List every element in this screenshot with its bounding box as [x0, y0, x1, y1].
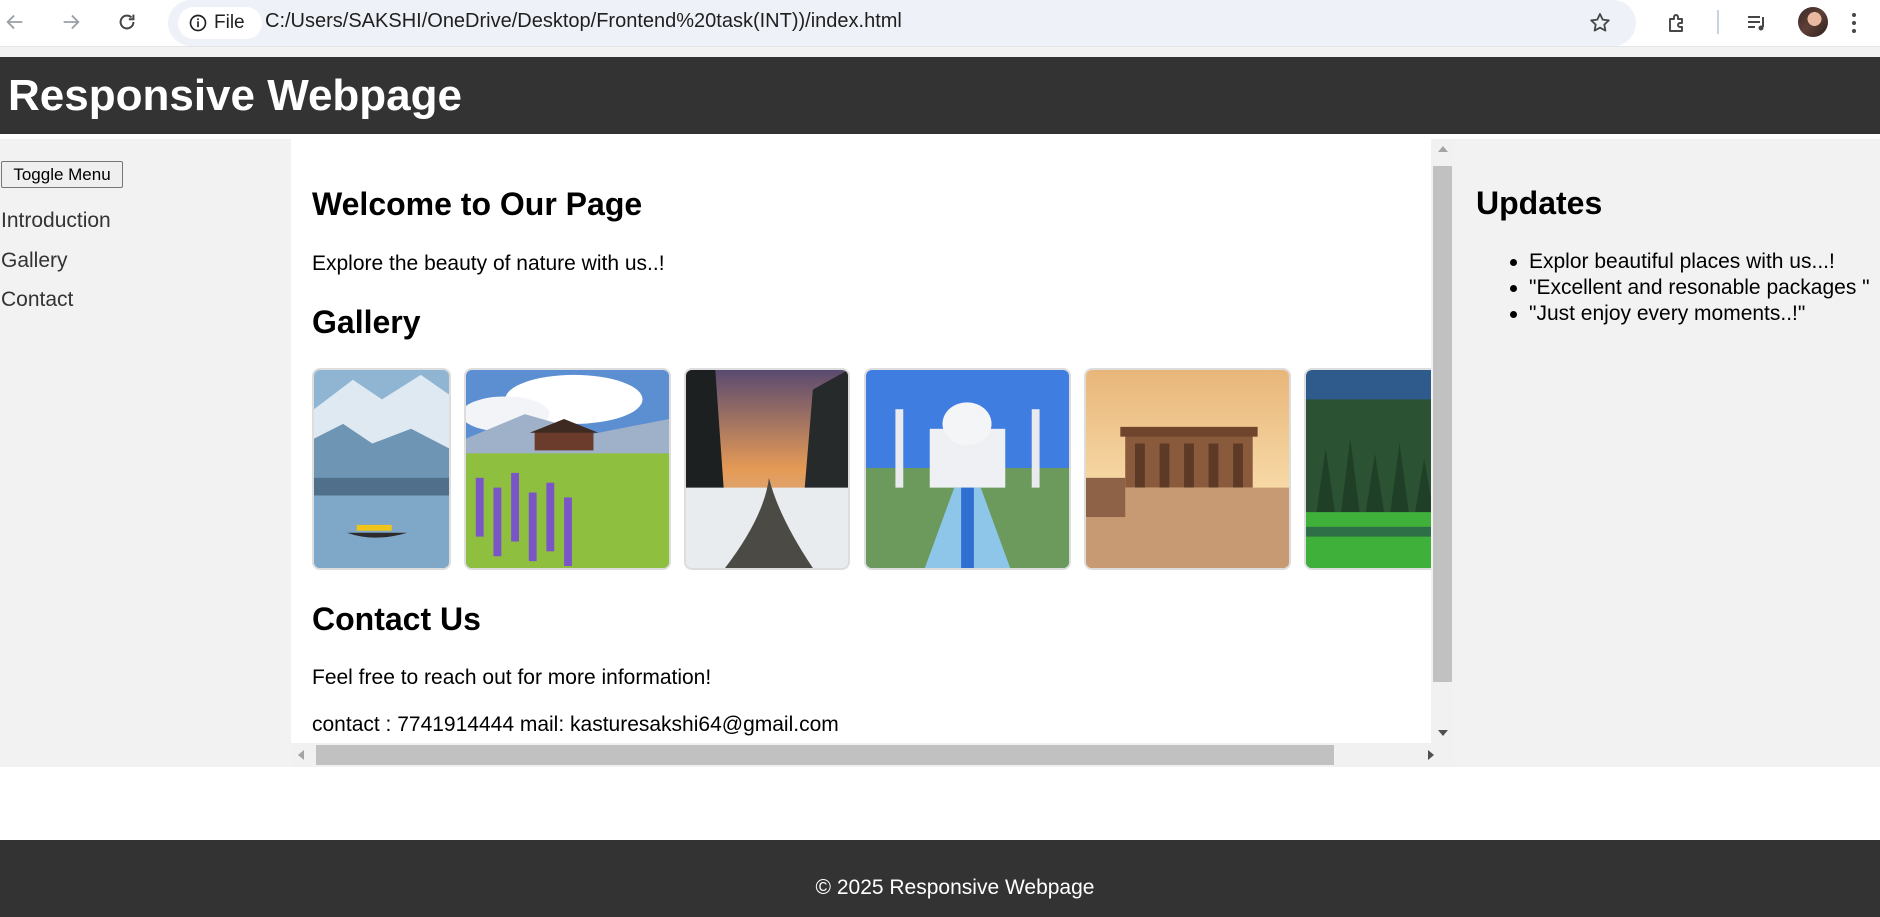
back-arrow-icon[interactable]: [1, 8, 29, 36]
info-icon: [189, 14, 207, 32]
site-header: Responsive Webpage: [0, 57, 1880, 134]
gallery-image-forest-valley[interactable]: [1304, 368, 1434, 570]
address-bar[interactable]: File C:/Users/SAKSHI/OneDrive/Desktop/Fr…: [168, 0, 1636, 46]
updates-heading: Updates: [1476, 185, 1603, 221]
reload-icon[interactable]: [113, 8, 141, 36]
contact-heading: Contact Us: [312, 601, 481, 637]
horizontal-scroll-thumb[interactable]: [316, 745, 1334, 765]
sidebar-item-contact[interactable]: Contact: [1, 288, 73, 312]
browser-toolbar: File C:/Users/SAKSHI/OneDrive/Desktop/Fr…: [0, 0, 1880, 47]
update-item: Explor beautiful places with us...!: [1476, 249, 1870, 275]
gallery-heading: Gallery: [312, 304, 421, 340]
site-footer: © 2025 Responsive Webpage: [0, 840, 1880, 917]
url-text[interactable]: C:/Users/SAKSHI/OneDrive/Desktop/Fronten…: [265, 10, 902, 33]
footer-copyright: © 2025 Responsive Webpage: [815, 876, 1095, 899]
gallery-image-lake[interactable]: [312, 368, 451, 570]
welcome-heading: Welcome to Our Page: [312, 186, 643, 222]
updates-panel: Updates Explor beautiful places with us.…: [1454, 139, 1880, 767]
scroll-up-arrow-icon[interactable]: [1431, 139, 1454, 159]
update-item: "Excellent and resonable packages ": [1476, 275, 1870, 301]
scroll-left-arrow-icon[interactable]: [291, 743, 311, 767]
sidebar-item-gallery[interactable]: Gallery: [1, 249, 68, 273]
sidebar: Toggle Menu Introduction Gallery Contact: [0, 139, 291, 767]
toggle-menu-button[interactable]: Toggle Menu: [1, 161, 123, 188]
gallery-image-snow-stream[interactable]: [684, 368, 850, 570]
gallery-image-temple-ruins[interactable]: [1084, 368, 1291, 570]
media-queue-icon[interactable]: [1743, 9, 1771, 37]
site-chip-label: File: [214, 12, 245, 33]
extensions-icon[interactable]: [1663, 9, 1691, 37]
page-top-strip: [0, 47, 1880, 57]
vertical-scroll-thumb[interactable]: [1433, 166, 1452, 682]
star-icon[interactable]: [1586, 9, 1614, 37]
scroll-down-arrow-icon[interactable]: [1431, 723, 1454, 743]
vertical-scrollbar[interactable]: [1431, 139, 1454, 743]
forward-arrow-icon[interactable]: [57, 8, 85, 36]
welcome-text: Explore the beauty of nature with us..!: [312, 252, 665, 275]
scroll-right-arrow-icon[interactable]: [1421, 743, 1441, 767]
site-info-chip[interactable]: File: [178, 7, 262, 39]
toolbar-divider: [1717, 10, 1719, 34]
contact-text: Feel free to reach out for more informat…: [312, 666, 712, 689]
page-title: Responsive Webpage: [8, 71, 462, 120]
updates-list: Explor beautiful places with us...! "Exc…: [1476, 249, 1870, 327]
gallery-image-meadow[interactable]: [464, 368, 671, 570]
sidebar-item-introduction[interactable]: Introduction: [1, 209, 111, 233]
profile-avatar[interactable]: [1798, 7, 1828, 37]
more-menu-icon[interactable]: [1844, 9, 1864, 37]
contact-details: contact : 7741914444 mail: kasturesakshi…: [312, 713, 839, 736]
update-item: "Just enjoy every moments..!": [1476, 301, 1870, 327]
main-content: Welcome to Our Page Explore the beauty o…: [291, 139, 1454, 767]
horizontal-scrollbar[interactable]: [291, 743, 1454, 767]
gallery-image-taj-mahal[interactable]: [864, 368, 1071, 570]
